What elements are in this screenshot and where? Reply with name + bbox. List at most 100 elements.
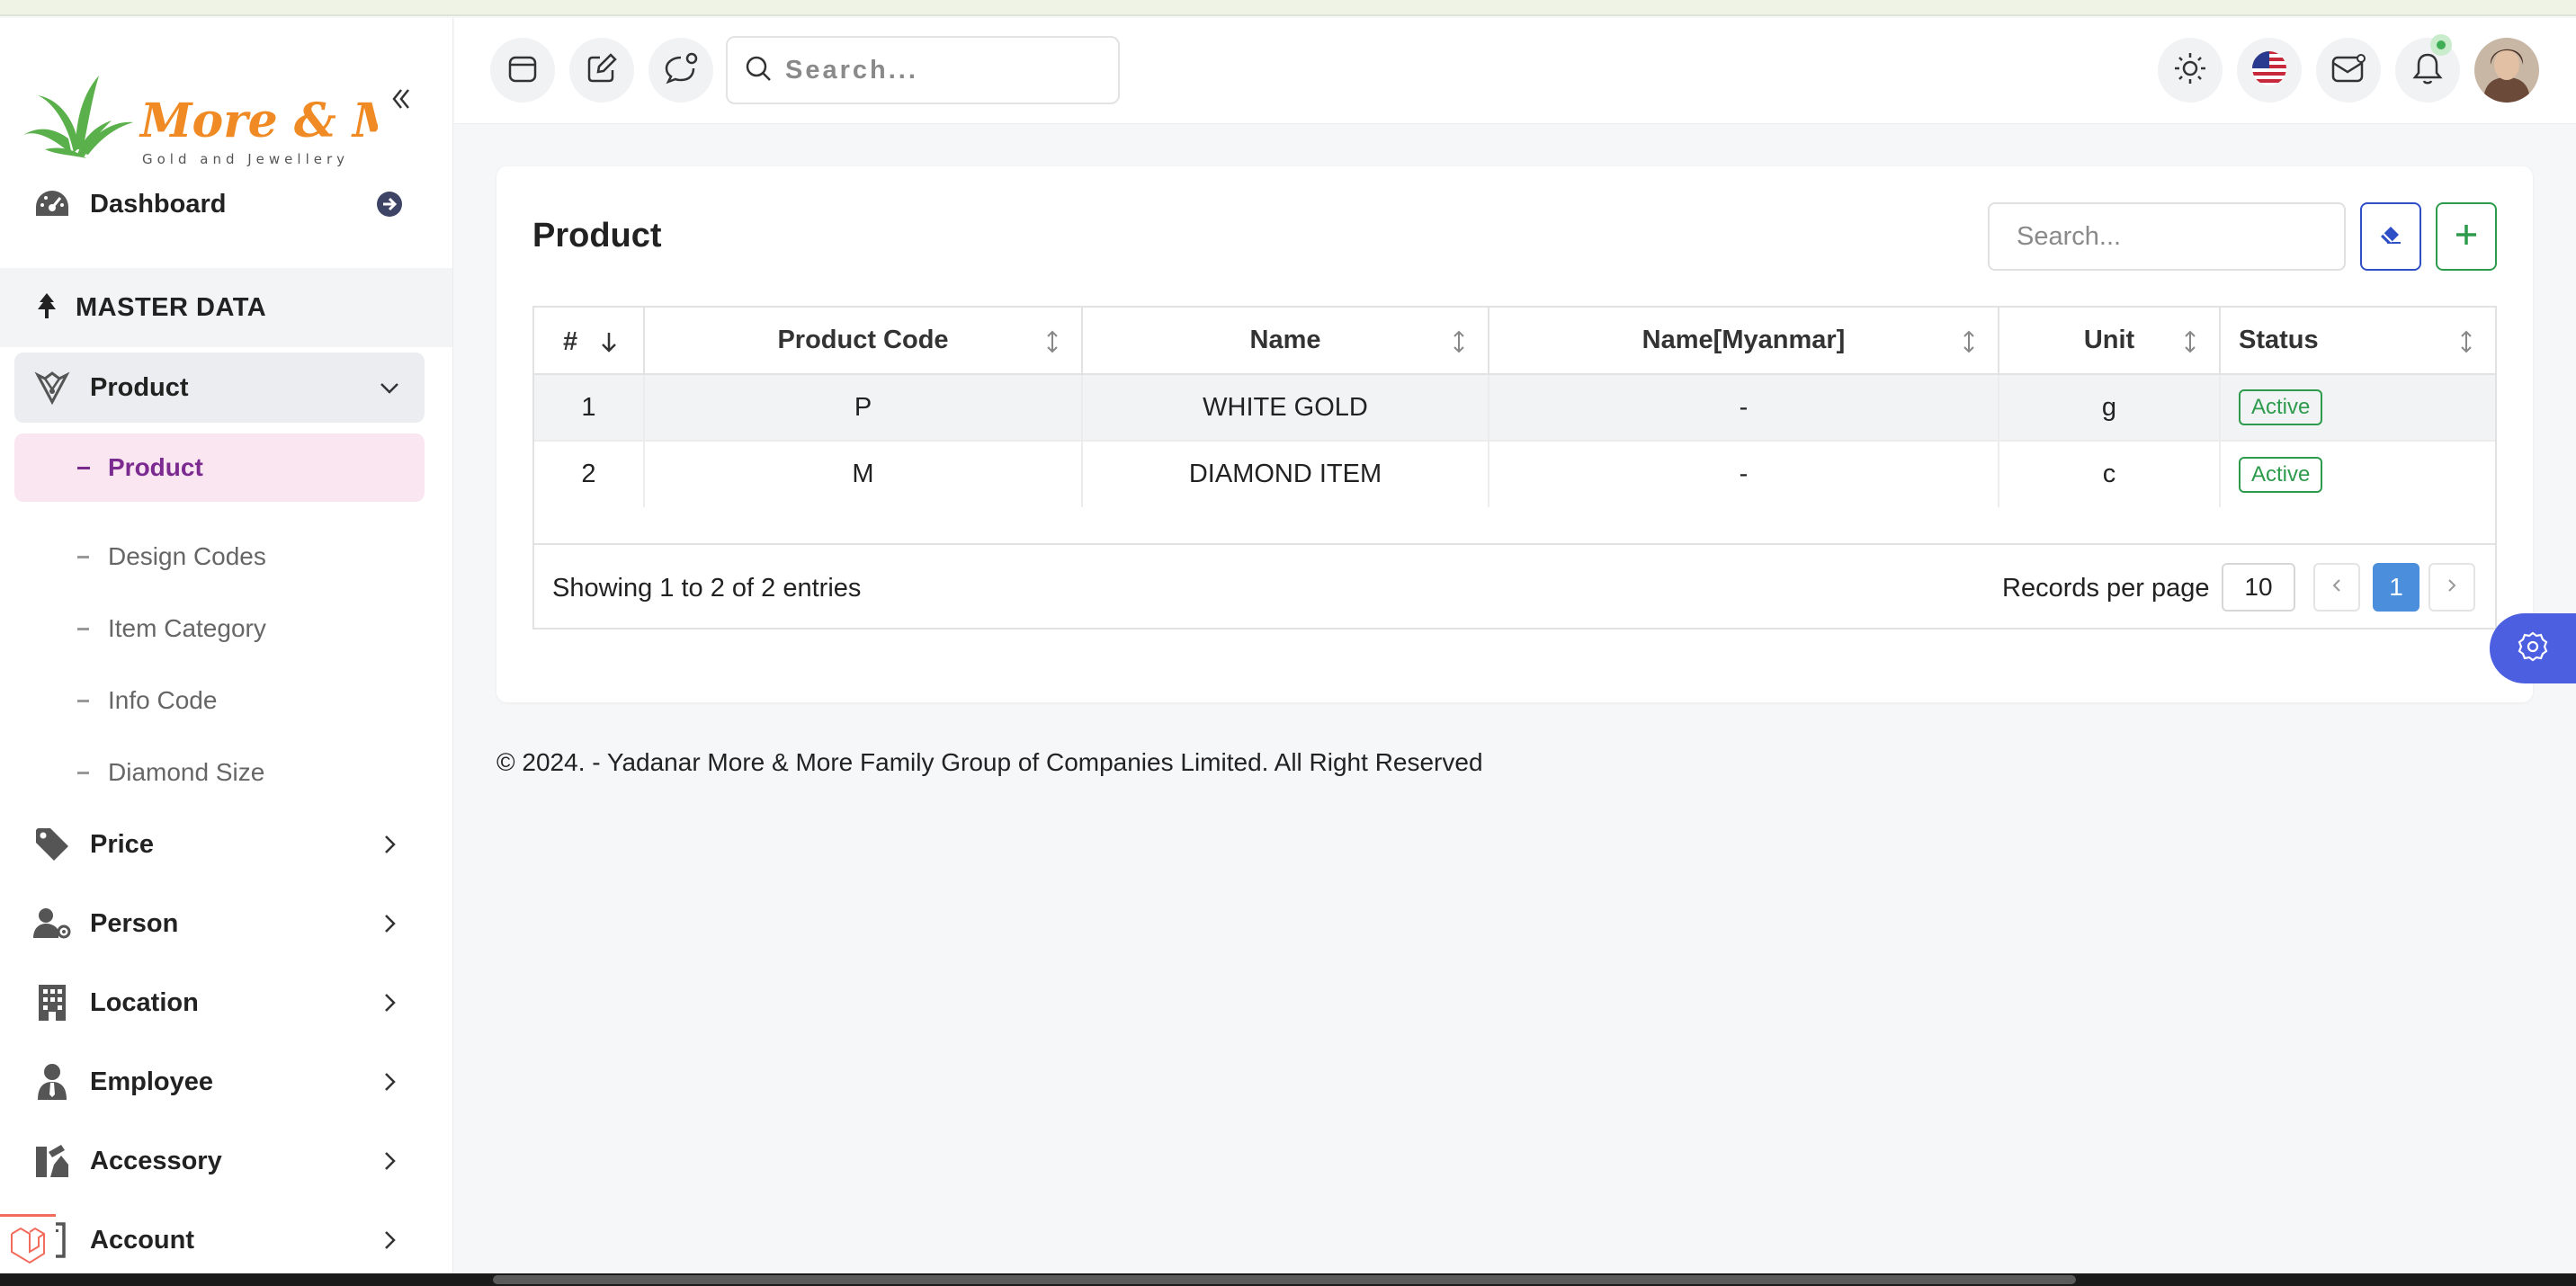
dash-marker [77, 700, 89, 702]
table-row[interactable]: 2 M DIAMOND ITEM - c Active [534, 441, 2495, 507]
records-per-page-label: Records per page [2002, 574, 2210, 603]
double-chevron-left-icon [389, 86, 414, 116]
sidebar-item-person[interactable]: Person [14, 889, 425, 959]
bell-icon [2411, 51, 2444, 90]
cell-unit: g [1999, 374, 2221, 442]
tree-icon [36, 292, 58, 323]
cell-status: Active [2220, 441, 2495, 507]
dash-marker [77, 772, 89, 774]
cell-unit: c [1999, 441, 2221, 507]
records-per-page-select[interactable]: 10 [2222, 563, 2295, 612]
cell-product-code: P [644, 374, 1083, 442]
status-badge: Active [2239, 456, 2323, 493]
sidebar-item-label: Employee [90, 1067, 213, 1096]
edit-icon [586, 52, 618, 89]
column-header-status[interactable]: Status [2220, 308, 2495, 375]
language-button[interactable] [2237, 38, 2302, 103]
avatar[interactable] [2474, 38, 2539, 103]
sidebar-subitem-label: Design Codes [108, 542, 266, 570]
horizontal-scrollbar[interactable] [493, 1275, 2076, 1284]
pagination-page-button[interactable]: 1 [2373, 563, 2419, 612]
clear-filter-button[interactable] [2360, 202, 2421, 271]
tools-icon [32, 1141, 72, 1181]
chevron-left-icon [2330, 577, 2343, 598]
entries-info: Showing 1 to 2 of 2 entries [552, 574, 862, 603]
speedometer-icon [32, 184, 72, 224]
pagination-prev-button[interactable] [2313, 563, 2360, 612]
chat-button[interactable] [648, 38, 713, 103]
brand-logo[interactable]: More & More Gold and Jewellery [18, 49, 378, 174]
pagination-next-button[interactable] [2428, 563, 2475, 612]
user-tie-icon [32, 1062, 72, 1102]
column-header-no[interactable]: # [534, 308, 645, 375]
customizer-settings-button[interactable] [2490, 613, 2576, 683]
sidebar-item-label: Accessory [90, 1146, 222, 1175]
sidebar-item-price[interactable]: Price [14, 809, 425, 880]
column-header-unit[interactable]: Unit [1999, 308, 2221, 375]
sidebar-item-location[interactable]: Location [14, 968, 425, 1038]
laravel-debug-icon[interactable] [0, 1214, 56, 1272]
eraser-icon [2379, 225, 2402, 249]
table-search-input[interactable] [1988, 202, 2346, 271]
sort-icon [1960, 329, 1978, 354]
dash-marker [77, 628, 89, 630]
calendar-button[interactable] [490, 38, 555, 103]
sort-icon [1043, 329, 1061, 354]
chevron-right-icon [376, 910, 403, 937]
svg-text:Gold and Jewellery: Gold and Jewellery [142, 151, 349, 167]
column-header-label: Status [2239, 326, 2319, 354]
sort-icon [2181, 329, 2199, 354]
cell-status: Active [2220, 374, 2495, 442]
sidebar-collapse-button[interactable] [385, 85, 417, 117]
edit-button[interactable] [569, 38, 634, 103]
sun-icon [2173, 51, 2207, 90]
sidebar-item-label: Account [90, 1225, 194, 1255]
section-master-data: MASTER DATA [0, 268, 452, 347]
sidebar-item-account[interactable]: Account [14, 1205, 425, 1273]
calendar-icon [506, 52, 539, 89]
sidebar-subitem-item-category[interactable]: Item Category [14, 597, 425, 660]
chevron-right-icon [376, 831, 403, 858]
header-search[interactable] [726, 36, 1120, 104]
cell-name: WHITE GOLD [1082, 374, 1489, 442]
header-search-input[interactable] [785, 55, 1091, 85]
column-header-label: Product Code [777, 326, 949, 354]
column-header-label: Unit [2083, 326, 2135, 354]
page-title: Product [532, 217, 662, 255]
section-label: MASTER DATA [76, 292, 267, 322]
cell-name: DIAMOND ITEM [1082, 441, 1489, 507]
column-header-name-myanmar[interactable]: Name[Myanmar] [1489, 308, 1999, 375]
sidebar-item-dashboard[interactable]: Dashboard [14, 169, 425, 239]
table-row[interactable]: 1 P WHITE GOLD - g Active [534, 374, 2495, 442]
column-header-label: Name[Myanmar] [1641, 326, 1846, 354]
sidebar-subitem-design-codes[interactable]: Design Codes [14, 525, 425, 588]
chevron-right-icon [376, 989, 403, 1016]
sidebar-subitem-label: Diamond Size [108, 758, 265, 786]
browser-bottom-bar [0, 1273, 2576, 1286]
gem-icon [32, 368, 72, 407]
sidebar-subitem-info-code[interactable]: Info Code [14, 669, 425, 732]
sort-icon [2457, 329, 2475, 354]
chat-icon [663, 52, 699, 89]
search-icon [744, 54, 773, 87]
chevron-right-icon [376, 1227, 403, 1254]
add-product-button[interactable] [2436, 202, 2497, 271]
mail-icon [2330, 52, 2366, 89]
sidebar-item-product[interactable]: Product [14, 353, 425, 423]
status-badge: Active [2239, 389, 2323, 425]
column-header-product-code[interactable]: Product Code [644, 308, 1083, 375]
sidebar-subitem-label: Info Code [108, 686, 218, 714]
us-flag-icon [2251, 50, 2287, 91]
tag-icon [32, 825, 72, 864]
gear-icon [2517, 630, 2549, 667]
sidebar-item-label: Dashboard [90, 189, 227, 219]
theme-toggle-button[interactable] [2158, 38, 2223, 103]
sidebar-subitem-diamond-size[interactable]: Diamond Size [14, 741, 425, 804]
sidebar-item-accessory[interactable]: Accessory [14, 1126, 425, 1196]
sidebar-subitem-product[interactable]: Product [14, 433, 425, 502]
column-header-name[interactable]: Name [1082, 308, 1489, 375]
column-header-label: Name [1249, 326, 1321, 354]
sidebar-item-employee[interactable]: Employee [14, 1047, 425, 1117]
sort-icon [1450, 329, 1468, 354]
mail-button[interactable] [2316, 38, 2381, 103]
